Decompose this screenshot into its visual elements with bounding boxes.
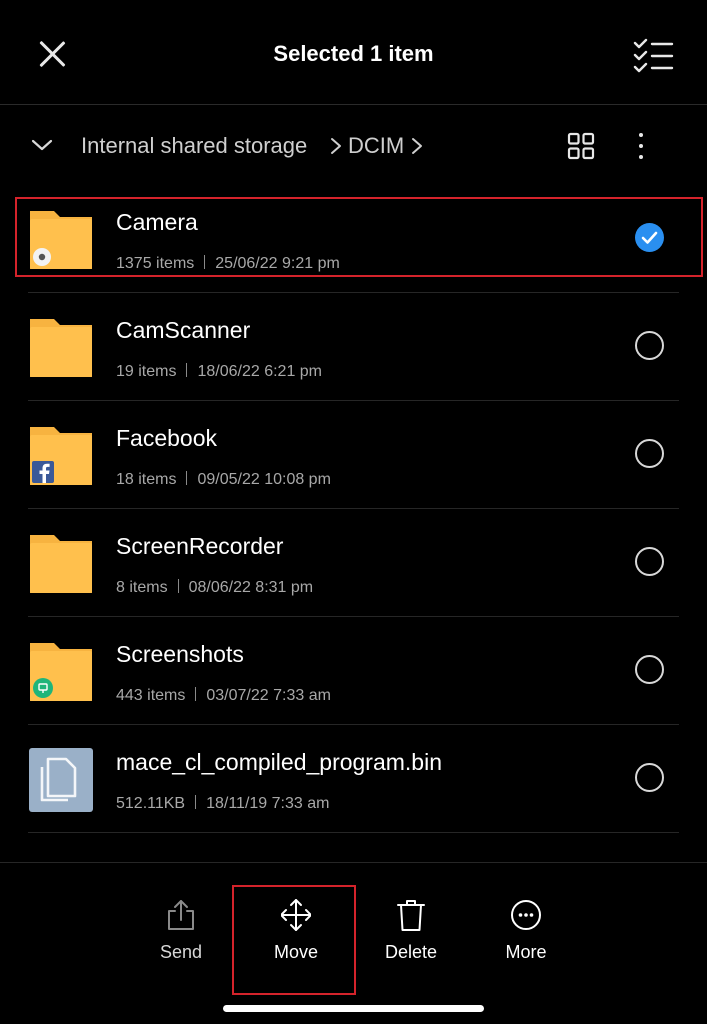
delete-label: Delete — [384, 942, 438, 962]
file-name: Screenshots — [116, 641, 244, 667]
divider — [28, 832, 679, 833]
home-indicator[interactable] — [223, 1005, 484, 1012]
toolbar-divider — [0, 862, 707, 863]
checkbox[interactable] — [635, 547, 664, 576]
checkbox[interactable] — [635, 439, 664, 468]
checkbox[interactable] — [635, 331, 664, 360]
facebook-icon — [32, 461, 54, 483]
move-highlight — [232, 885, 356, 995]
folder-icon — [30, 535, 92, 593]
checklist-icon[interactable] — [632, 38, 674, 74]
list-item[interactable]: mace_cl_compiled_program.bin 512.11KB 18/… — [0, 725, 707, 833]
file-name: CamScanner — [116, 317, 251, 343]
list-item[interactable]: ScreenRecorder 8 items 08/06/22 8:31 pm — [0, 509, 707, 617]
checkbox[interactable] — [635, 655, 664, 684]
send-button[interactable]: Send — [131, 896, 231, 976]
folder-icon — [30, 427, 92, 485]
breadcrumb-current[interactable]: DCIM — [348, 133, 404, 159]
selection-header: Selected 1 item — [0, 0, 707, 104]
chevron-right-icon — [331, 138, 341, 154]
share-icon — [168, 900, 194, 930]
file-name: ScreenRecorder — [116, 533, 284, 559]
file-name: Facebook — [116, 425, 218, 451]
breadcrumb: Internal shared storage DCIM — [0, 105, 707, 185]
more-button[interactable]: More — [476, 896, 576, 976]
page-title: Selected 1 item — [273, 41, 434, 66]
folder-icon — [30, 643, 92, 701]
list-item[interactable]: Screenshots 443 items 03/07/22 7:33 am — [0, 617, 707, 725]
checkbox[interactable] — [635, 763, 664, 792]
trash-icon — [397, 900, 425, 931]
list-item[interactable]: Camera 1375 items 25/06/22 9:21 pm — [0, 185, 707, 293]
chevron-down-icon[interactable] — [30, 135, 54, 155]
file-list: Camera 1375 items 25/06/22 9:21 pm CamSca… — [0, 185, 707, 833]
file-meta: 19 items 18/06/22 6:21 pm — [116, 363, 323, 380]
list-item[interactable]: CamScanner 19 items 18/06/22 6:21 pm — [0, 293, 707, 401]
more-label: More — [505, 942, 547, 962]
file-meta: 8 items 08/06/22 8:31 pm — [116, 579, 314, 596]
selection-highlight — [15, 197, 703, 277]
chevron-right-icon — [412, 138, 422, 154]
grid-view-icon[interactable] — [567, 132, 595, 160]
list-item[interactable]: Facebook 18 items 09/05/22 10:08 pm — [0, 401, 707, 509]
file-name: mace_cl_compiled_program.bin — [116, 749, 442, 775]
breadcrumb-root[interactable]: Internal shared storage — [81, 133, 307, 159]
file-manager-screen: Selected 1 item Internal shared storage … — [0, 0, 707, 1024]
screenshot-badge-icon — [33, 678, 53, 698]
more-circle-icon — [511, 900, 541, 930]
more-options-icon[interactable] — [628, 129, 654, 163]
file-meta: 18 items 09/05/22 10:08 pm — [116, 471, 331, 488]
file-meta: 443 items 03/07/22 7:33 am — [116, 687, 331, 704]
send-label: Send — [159, 942, 203, 962]
folder-icon — [30, 319, 92, 377]
file-icon — [29, 748, 93, 812]
file-meta: 512.11KB 18/11/19 7:33 am — [116, 795, 330, 812]
delete-button[interactable]: Delete — [361, 896, 461, 976]
